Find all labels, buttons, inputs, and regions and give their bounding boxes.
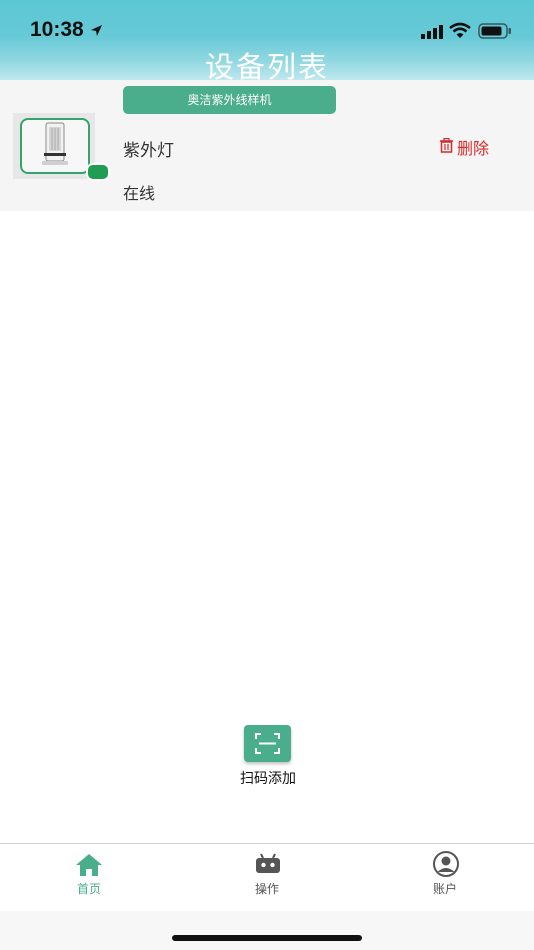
scan-add[interactable]: 扫码添加 bbox=[228, 724, 308, 794]
app-header: 10:38 设备列表 bbox=[0, 0, 534, 84]
delete-label: 删除 bbox=[457, 139, 490, 158]
scan-add-label: 扫码添加 bbox=[240, 771, 296, 787]
home-indicator[interactable] bbox=[172, 935, 362, 941]
tab-account[interactable]: 账户 bbox=[356, 844, 534, 911]
uv-lamp-image bbox=[20, 118, 90, 174]
tab-operate[interactable]: 操作 bbox=[178, 844, 356, 911]
device-name-badge[interactable]: 奥洁紫外线样机 bbox=[123, 86, 336, 114]
device-card[interactable]: 奥洁紫外线样机 紫外灯 在线 删除 bbox=[0, 80, 534, 211]
status-time: 10:38 bbox=[30, 18, 84, 41]
trash-icon bbox=[439, 137, 454, 157]
wifi-icon bbox=[449, 22, 471, 43]
tab-home-label: 首页 bbox=[76, 882, 101, 896]
online-indicator bbox=[86, 163, 110, 181]
delete-button[interactable]: 删除 bbox=[439, 135, 489, 159]
device-thumbnail[interactable] bbox=[13, 113, 110, 181]
tab-operate-label: 操作 bbox=[254, 882, 279, 896]
scan-button[interactable] bbox=[244, 725, 291, 762]
device-status-label: 在线 bbox=[123, 184, 156, 203]
scan-icon bbox=[255, 733, 280, 754]
device-type-label: 紫外灯 bbox=[123, 141, 174, 161]
tab-home[interactable]: 首页 bbox=[0, 844, 178, 911]
status-bar: 10:38 bbox=[0, 0, 534, 48]
cellular-signal-icon bbox=[421, 24, 445, 43]
tab-account-label: 账户 bbox=[432, 882, 457, 896]
robot-icon bbox=[255, 853, 281, 879]
home-indicator-area bbox=[0, 911, 534, 950]
battery-icon bbox=[478, 23, 512, 43]
account-icon bbox=[432, 851, 460, 881]
tab-bar: 首页 操作 账户 bbox=[0, 843, 534, 911]
location-arrow-icon bbox=[90, 22, 103, 41]
home-icon bbox=[75, 853, 103, 881]
